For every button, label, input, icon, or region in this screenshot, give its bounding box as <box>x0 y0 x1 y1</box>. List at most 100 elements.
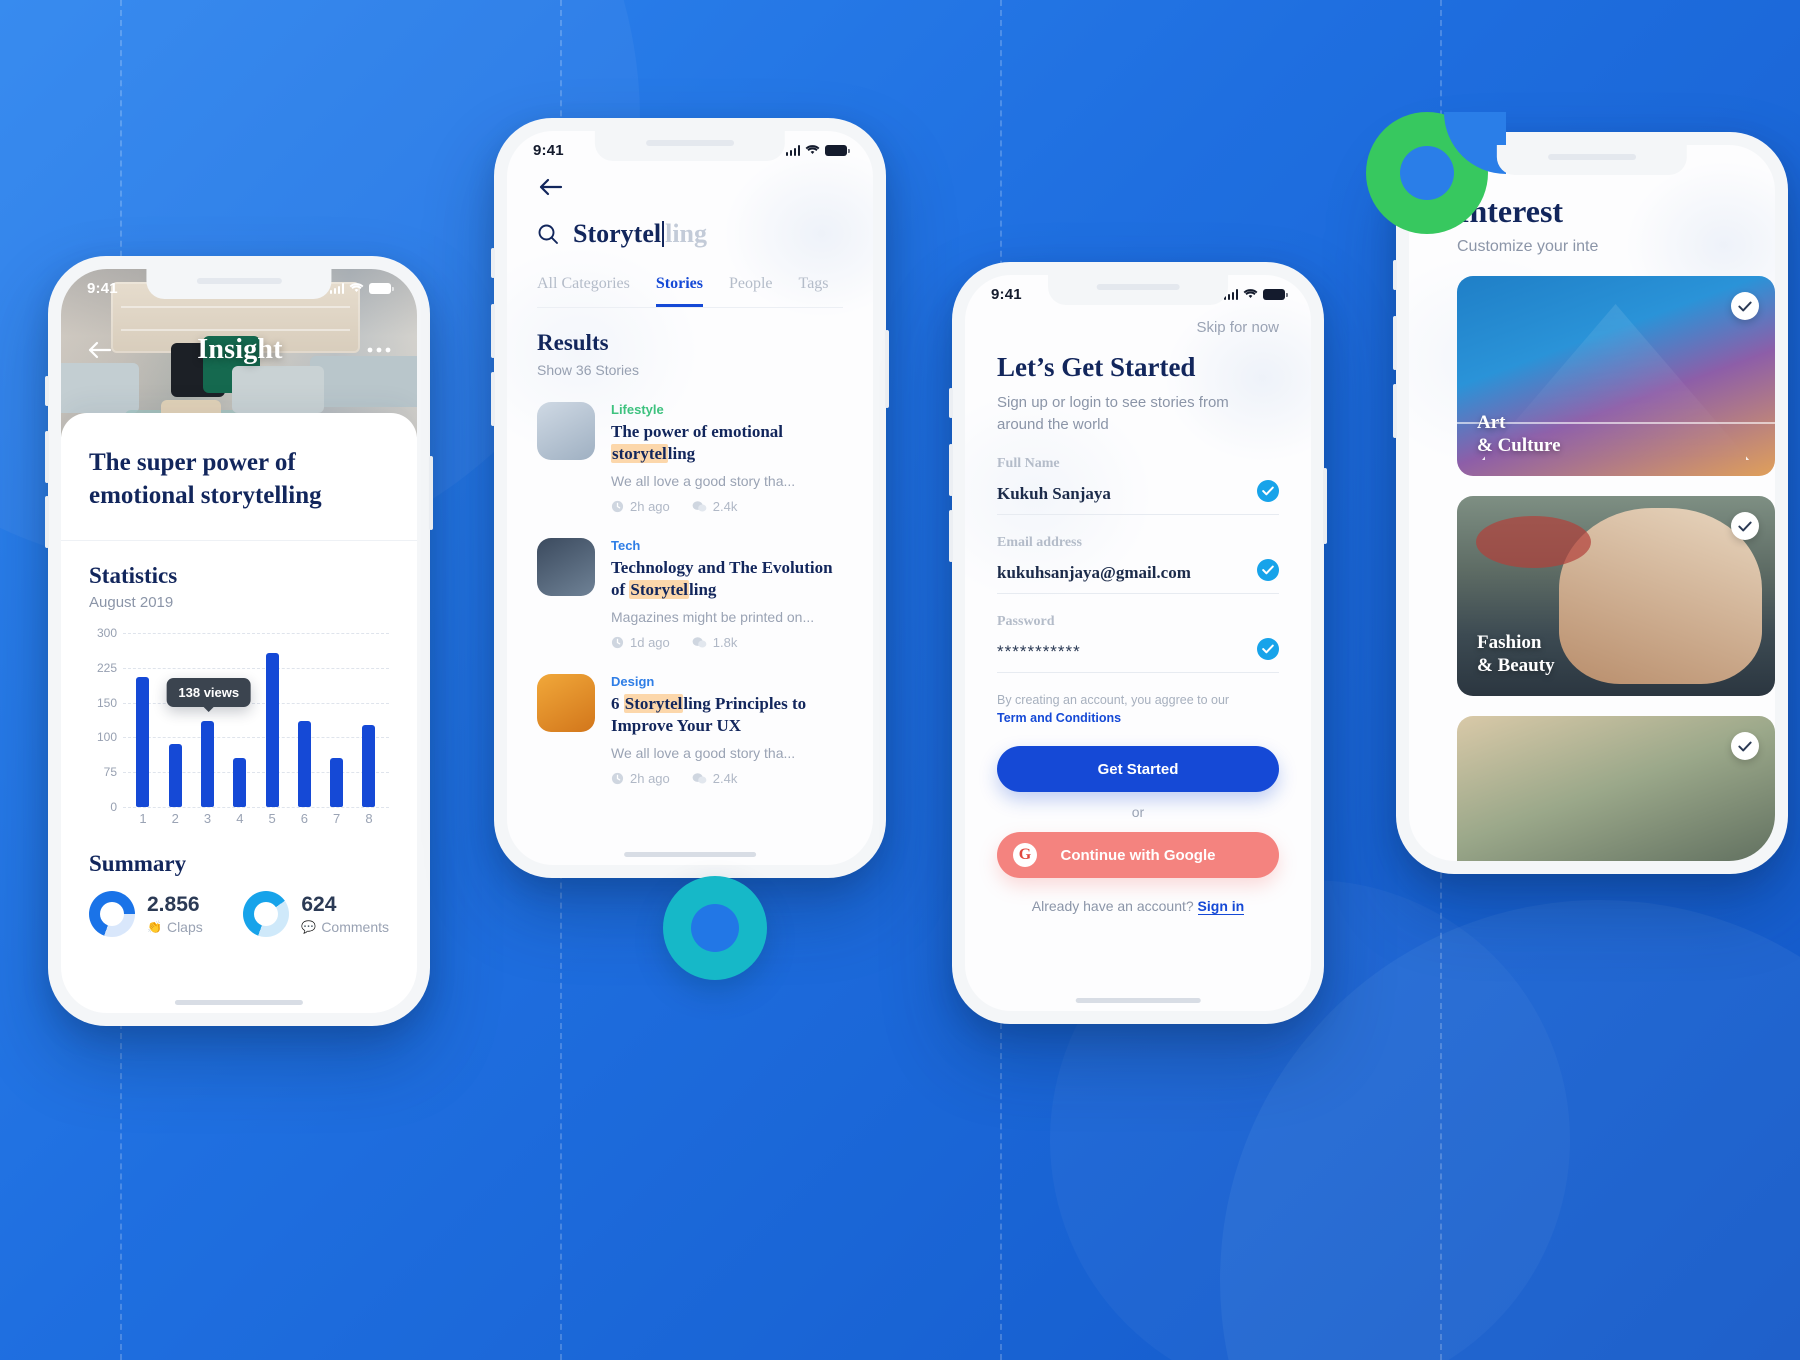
result-description: We all love a good story tha... <box>611 472 796 489</box>
result-comments: 2.4k <box>692 499 737 514</box>
chart-bar[interactable] <box>201 721 215 807</box>
phone-mockup-search: 9:41 Storytel ling All Categories Storie… <box>491 118 889 878</box>
get-started-button[interactable]: Get Started <box>997 746 1279 792</box>
interest-label-line2: & Culture <box>1477 435 1561 457</box>
result-meta: 1d ago 1.8k <box>611 635 843 650</box>
result-description: Magazines might be printed on... <box>611 608 815 625</box>
chart-x-axis-labels: 1 2 3 4 5 6 7 8 <box>123 811 389 833</box>
chart-bar[interactable] <box>168 744 182 807</box>
comment-icon <box>692 637 707 648</box>
chart-bar[interactable] <box>362 724 376 807</box>
chart-bar[interactable] <box>233 758 247 807</box>
result-title-part: ling <box>667 444 696 464</box>
chart-x-label: 4 <box>236 811 244 826</box>
phone-mockup-insight: 9:41 Insight The super power of emotiona… <box>45 256 433 1026</box>
field-value[interactable]: *********** <box>997 642 1279 662</box>
chart-bar-column[interactable] <box>194 633 222 807</box>
result-comments: 1.8k <box>692 634 738 650</box>
tab-all-categories[interactable]: All Categories <box>537 275 630 307</box>
check-icon[interactable] <box>1731 292 1759 320</box>
chart-bar[interactable] <box>265 652 279 807</box>
chart-bar-column[interactable] <box>355 633 383 807</box>
more-button[interactable] <box>367 346 391 354</box>
wifi-icon <box>805 145 820 155</box>
interest-label-line2: & Beauty <box>1477 655 1555 677</box>
chart-bar[interactable] <box>136 677 150 807</box>
result-title: The power of emotional storytelling <box>611 421 843 466</box>
chart-y-axis-label: 225 <box>96 660 117 675</box>
chart-bar[interactable] <box>330 758 344 807</box>
summary-stat-label: 👏 Claps <box>147 919 203 935</box>
search-screen: 9:41 Storytel ling All Categories Storie… <box>507 131 873 865</box>
chart-bar-column[interactable] <box>290 633 318 807</box>
interest-card[interactable]: Fashion & Beauty <box>1457 496 1775 696</box>
result-item[interactable]: Tech Technology and The Evolution of Stor… <box>537 537 843 650</box>
chart-x-label: 2 <box>171 811 179 826</box>
full-name-field[interactable]: Full Name Kukuh Sanjaya <box>997 456 1279 515</box>
summary-stat-label: 💬 Comments <box>301 919 389 935</box>
check-icon[interactable] <box>1731 512 1759 540</box>
terms-sentence: By creating an account, you aggree to ou… <box>997 692 1230 707</box>
password-field[interactable]: Password *********** <box>997 614 1279 673</box>
result-item[interactable]: Design 6 Storytelling Principles to Impro… <box>537 673 843 786</box>
field-value[interactable]: Kukuh Sanjaya <box>997 484 1279 504</box>
chart-bar-column[interactable] <box>161 633 189 807</box>
summary-stats: 2.856 👏 Claps 624 💬 Comments <box>61 877 417 937</box>
interest-card-label: Fashion & Beauty <box>1477 632 1555 678</box>
interest-card-image <box>1457 716 1775 861</box>
email-field[interactable]: Email address kukuhsanjaya@gmail.com <box>997 535 1279 594</box>
skip-link[interactable]: Skip for now <box>997 319 1279 336</box>
result-category: Tech <box>611 537 641 553</box>
interest-card[interactable]: Art & Culture <box>1457 276 1775 476</box>
clock-icon <box>611 772 624 784</box>
back-button[interactable] <box>87 340 113 360</box>
comment-icon <box>692 772 707 784</box>
decorative-shape <box>1476 516 1591 568</box>
chart-x-label: 6 <box>300 811 308 826</box>
google-g-icon: G <box>1013 843 1037 867</box>
chart-y-axis-label: 100 <box>96 730 117 745</box>
chart-bar-column[interactable] <box>323 633 351 807</box>
chart-bar-column[interactable] <box>129 633 157 807</box>
summary-stat-item: 624 💬 Comments <box>243 891 389 937</box>
signin-link[interactable]: Sign in <box>1197 898 1245 915</box>
page-title: Interest <box>1457 193 1564 229</box>
back-button[interactable] <box>537 177 565 197</box>
clock-icon <box>611 500 624 512</box>
search-bar[interactable]: Storytel ling <box>537 219 843 249</box>
results-title: Results <box>537 330 609 355</box>
continue-with-google-button[interactable]: G Continue with Google <box>997 832 1279 878</box>
result-item[interactable]: Lifestyle The power of emotional storytel… <box>537 402 843 514</box>
tab-stories[interactable]: Stories <box>655 275 703 307</box>
chart-bar-column[interactable] <box>258 633 286 807</box>
result-title-highlight: storytel <box>611 444 668 464</box>
tab-people[interactable]: People <box>729 275 773 307</box>
field-label: Password <box>997 613 1055 629</box>
check-icon[interactable] <box>1731 732 1759 760</box>
app-bar: Insight <box>61 325 417 375</box>
results-subtitle: Show 36 Stories <box>537 362 639 378</box>
chart-x-label: 3 <box>203 811 212 826</box>
chart-y-axis-label: 75 <box>103 765 117 780</box>
search-input[interactable]: Storytel ling <box>573 219 707 249</box>
interest-card-list: Art & Culture Fashion & Beauty <box>1457 276 1775 861</box>
field-label: Full Name <box>997 455 1060 471</box>
result-title-highlight: Storytel <box>623 693 684 713</box>
check-circle-icon <box>1257 479 1279 502</box>
chart-x-label: 7 <box>333 811 341 826</box>
tab-tags[interactable]: Tags <box>799 275 829 307</box>
terms-link[interactable]: Term and Conditions <box>997 711 1121 725</box>
result-title-part: The power of emotional <box>611 422 784 441</box>
field-value[interactable]: kukuhsanjaya@gmail.com <box>997 563 1279 583</box>
summary-stat-label-text: Claps <box>166 918 203 935</box>
result-time: 1d ago <box>611 635 670 650</box>
interest-card[interactable] <box>1457 716 1775 861</box>
chart-bar-column[interactable] <box>226 633 254 807</box>
result-title-highlight: Storytel <box>629 580 690 600</box>
donut-progress-icon <box>243 891 290 937</box>
statistics-period: August 2019 <box>89 594 174 611</box>
terms-text: By creating an account, you aggree to ou… <box>997 691 1279 729</box>
result-comments-text: 1.8k <box>712 634 738 650</box>
chart-bar[interactable] <box>297 721 311 807</box>
result-thumbnail <box>537 402 595 460</box>
